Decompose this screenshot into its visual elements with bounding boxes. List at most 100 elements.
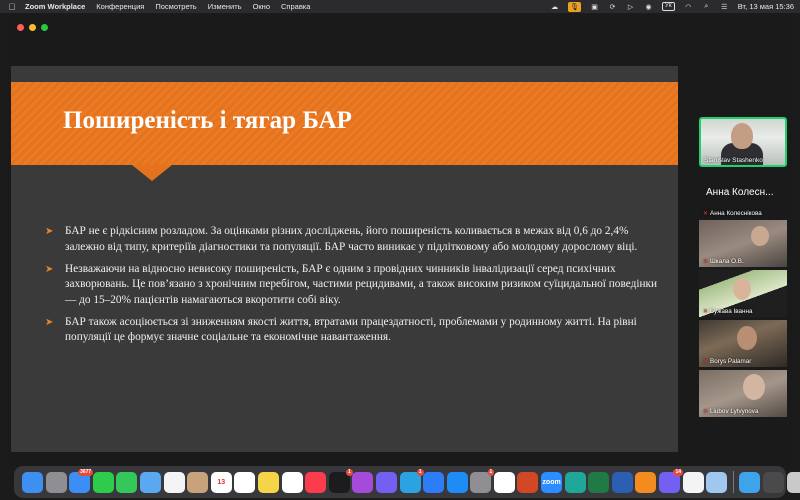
slide-bullet: ➤ Незважаючи на відносно невисоку поширен… (45, 262, 665, 309)
zoom-window: Поширеність і тягар БАР ➤ БАР не є рідкіс… (9, 14, 793, 466)
record-icon[interactable]: ◉ (644, 2, 653, 11)
participant-name: Анна Колеснікова (710, 210, 762, 217)
launchpad-icon[interactable] (45, 471, 67, 493)
settings-icon[interactable]: 1 (470, 468, 495, 493)
keynote-icon[interactable] (423, 471, 445, 493)
active-speaker-tile[interactable]: Stanislav Stashenko (699, 117, 787, 167)
podcasts-icon[interactable] (352, 471, 374, 493)
notes-icon[interactable] (257, 471, 279, 493)
slide-bullet: ➤ БАР не є рідкісним розладом. За оцінкам… (45, 224, 665, 255)
menu-edit[interactable]: Изменить (208, 2, 242, 11)
participant-face (733, 278, 751, 300)
keyboard-layout-indicator[interactable]: УК (662, 2, 675, 11)
trash-icon[interactable] (786, 471, 800, 493)
muted-mic-icon: ✕ (703, 211, 709, 217)
participant-tile[interactable]: ✕ Liubov Lytvynova (699, 370, 787, 417)
tv-icon[interactable]: 1 (328, 468, 353, 493)
play-icon[interactable]: ▷ (626, 2, 635, 11)
zoom-icon[interactable]: zoom (541, 471, 563, 493)
menu-window[interactable]: Окно (253, 2, 270, 11)
music-icon[interactable] (305, 471, 327, 493)
viber-icon[interactable]: 14 (659, 468, 684, 493)
appstore-icon[interactable] (446, 471, 468, 493)
wifi-icon[interactable]: ◠ (684, 2, 693, 11)
cloud-icon[interactable]: ☁ (550, 2, 559, 11)
minimize-window-button[interactable] (29, 24, 36, 31)
dock-badge: 1 (487, 468, 495, 476)
viber-icon[interactable] (375, 471, 397, 493)
excel-icon[interactable] (588, 471, 610, 493)
menu-view[interactable]: Посмотреть (155, 2, 196, 11)
clario-icon[interactable] (564, 471, 586, 493)
preview-icon[interactable] (706, 471, 728, 493)
microphone-icon[interactable]: 🎙 (568, 1, 582, 12)
vlc-icon[interactable] (635, 471, 657, 493)
participant-tile[interactable]: ✕ Borys Palamar (699, 320, 787, 367)
participant-tile[interactable]: ✕ Бужава Іванна (699, 270, 787, 317)
menu-clock[interactable]: Вт, 13 мая 15:36 (738, 2, 794, 11)
word-icon[interactable] (611, 471, 633, 493)
macos-dock: 3677 13 1 1 1 zoom 14 (14, 466, 800, 498)
menu-app-name[interactable]: Zoom Workplace (25, 2, 85, 11)
slide-title: Поширеність і тягар БАР (63, 107, 352, 134)
search-icon[interactable]: ⌕ (702, 2, 711, 11)
speaker-face (731, 123, 753, 149)
telegram-icon[interactable]: 1 (399, 468, 424, 493)
active-speaker-name: Stanislav Stashenko (704, 157, 763, 164)
zoom-status-icon[interactable]: ▣ (590, 2, 599, 11)
slide-banner-notch (132, 165, 172, 181)
participant-name: Бужава Іванна (710, 308, 753, 315)
menu-help[interactable]: Справка (281, 2, 310, 11)
downloads-folder-icon[interactable] (739, 471, 761, 493)
facetime-icon[interactable] (92, 471, 114, 493)
muted-mic-icon: ✕ (703, 309, 709, 315)
slide-bullet-list: ➤ БАР не є рідкісним розладом. За оцінкам… (45, 224, 665, 352)
finder-icon[interactable] (22, 471, 43, 493)
bullet-arrow-icon: ➤ (45, 316, 54, 328)
participant-name: Liubov Lytvynova (710, 408, 759, 415)
menu-conference[interactable]: Конференция (96, 2, 144, 11)
mail-icon[interactable]: 3677 (69, 468, 94, 493)
maps-icon[interactable] (139, 471, 161, 493)
muted-mic-icon: ✕ (703, 359, 709, 365)
bullet-text: БАР також асоціюється зі зниженням якост… (65, 315, 637, 344)
control-center-icon[interactable]: ☰ (720, 2, 729, 11)
screenshot-icon[interactable] (763, 471, 784, 493)
participant-face (743, 374, 765, 400)
participant-name: Шкала О.В. (710, 258, 744, 265)
photos-icon[interactable] (163, 471, 185, 493)
chrome-icon[interactable] (682, 471, 704, 493)
dock-separator (732, 471, 734, 493)
shared-slide: Поширеність і тягар БАР ➤ БАР не є рідкіс… (11, 66, 678, 452)
participant-face (751, 226, 769, 246)
sync-icon[interactable]: ⟳ (608, 2, 617, 11)
participant-big-name: Анна Колесн... (706, 187, 774, 198)
dock-app-label: zoom (542, 478, 561, 486)
muted-mic-icon: ✕ (703, 409, 709, 415)
messages-icon[interactable] (116, 471, 138, 493)
dock-badge: 14 (673, 468, 684, 476)
freeform-icon[interactable] (281, 471, 303, 493)
window-controls (17, 24, 48, 31)
reminders-icon[interactable] (234, 471, 256, 493)
dock-badge: 3677 (78, 468, 94, 476)
close-window-button[interactable] (17, 24, 24, 31)
sheets-icon[interactable] (493, 471, 515, 493)
bullet-text: Незважаючи на відносно невисоку поширені… (65, 262, 658, 306)
participant-tile[interactable]: ✕ Шкала О.В. (699, 220, 787, 267)
apple-icon[interactable]:  (7, 2, 17, 12)
participant-tile[interactable]: ✕ Анна Колеснікова (699, 205, 787, 219)
macos-menu-bar:  Zoom Workplace Конференция Посмотреть … (0, 0, 800, 13)
slide-bullet: ➤ БАР також асоціюється зі зниженням якос… (45, 315, 665, 346)
bullet-arrow-icon: ➤ (45, 263, 54, 275)
maximize-window-button[interactable] (41, 24, 48, 31)
dock-app-label: 13 (217, 478, 226, 486)
status-area: ☁ 🎙 ▣ ⟳ ▷ ◉ УК ◠ ⌕ ☰ Вт, 13 мая 15:36 (550, 0, 794, 13)
participant-face (737, 326, 757, 350)
contacts-icon[interactable] (187, 471, 209, 493)
participant-name: Borys Palamar (710, 358, 752, 365)
calendar-icon[interactable]: 13 (210, 471, 232, 493)
muted-mic-icon: ✕ (703, 259, 709, 265)
bullet-arrow-icon: ➤ (45, 226, 54, 237)
powerpoint-icon[interactable] (517, 471, 539, 493)
